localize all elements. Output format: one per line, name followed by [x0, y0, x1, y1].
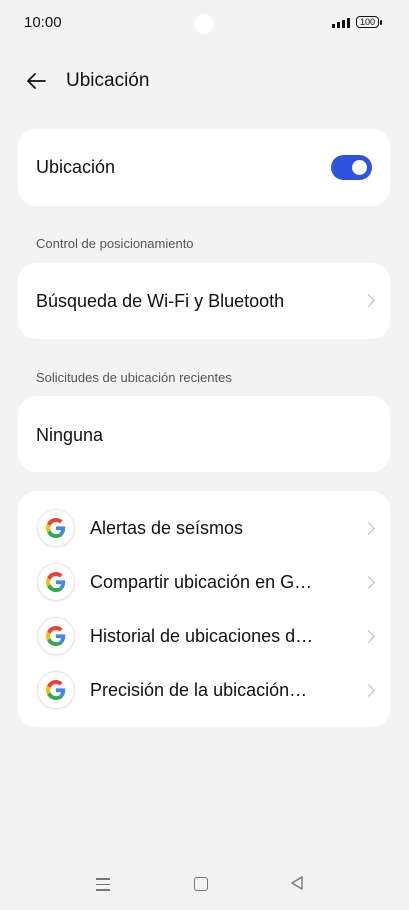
google-item-label: Compartir ubicación en G…: [90, 572, 313, 592]
chevron-right-icon: [362, 630, 375, 643]
camera-cutout: [194, 14, 214, 34]
google-services-card: Alertas de seísmos Compartir ubicación e…: [18, 491, 390, 727]
google-item-label: Historial de ubicaciones d…: [90, 626, 314, 646]
home-icon[interactable]: [194, 877, 208, 891]
back-icon[interactable]: [290, 876, 304, 895]
signal-icon: [331, 17, 350, 28]
wifi-bluetooth-label: Búsqueda de Wi-Fi y Bluetooth: [36, 291, 285, 311]
google-item-earthquake-alerts[interactable]: Alertas de seísmos: [18, 501, 390, 555]
chevron-right-icon: [362, 294, 375, 307]
google-item-location-sharing[interactable]: Compartir ubicación en G…: [18, 555, 390, 609]
google-icon: [38, 618, 74, 654]
status-indicators: 100: [331, 16, 383, 28]
status-time: 10:00: [24, 14, 62, 31]
navigation-bar: [0, 866, 409, 906]
page-title: Ubicación: [66, 70, 150, 91]
google-item-label: Precisión de la ubicación…: [90, 680, 308, 700]
location-label: Ubicación: [36, 157, 116, 177]
no-requests-label: Ninguna: [36, 425, 104, 445]
chevron-right-icon: [362, 576, 375, 589]
section-title-recent: Solicitudes de ubicación recientes: [36, 370, 232, 385]
google-item-location-history[interactable]: Historial de ubicaciones d…: [18, 609, 390, 663]
header: Ubicación: [0, 60, 409, 102]
google-icon: [38, 510, 74, 546]
section-title-positioning: Control de posicionamiento: [36, 236, 194, 251]
chevron-right-icon: [362, 522, 375, 535]
google-icon: [38, 672, 74, 708]
recent-requests-card: Ninguna: [18, 396, 390, 472]
status-bar: 10:00 100: [0, 0, 409, 46]
battery-icon: 100: [355, 16, 383, 28]
location-toggle[interactable]: [331, 155, 372, 180]
menu-icon[interactable]: [96, 878, 110, 895]
chevron-right-icon: [362, 684, 375, 697]
back-arrow-icon: [27, 73, 46, 89]
google-item-label: Alertas de seísmos: [90, 518, 244, 538]
location-card: Ubicación: [18, 129, 390, 206]
back-button[interactable]: [24, 69, 48, 93]
toggle-knob: [352, 160, 367, 175]
wifi-bluetooth-scanning-item[interactable]: Búsqueda de Wi-Fi y Bluetooth: [18, 263, 390, 339]
google-item-location-accuracy[interactable]: Precisión de la ubicación…: [18, 663, 390, 717]
google-icon: [38, 564, 74, 600]
